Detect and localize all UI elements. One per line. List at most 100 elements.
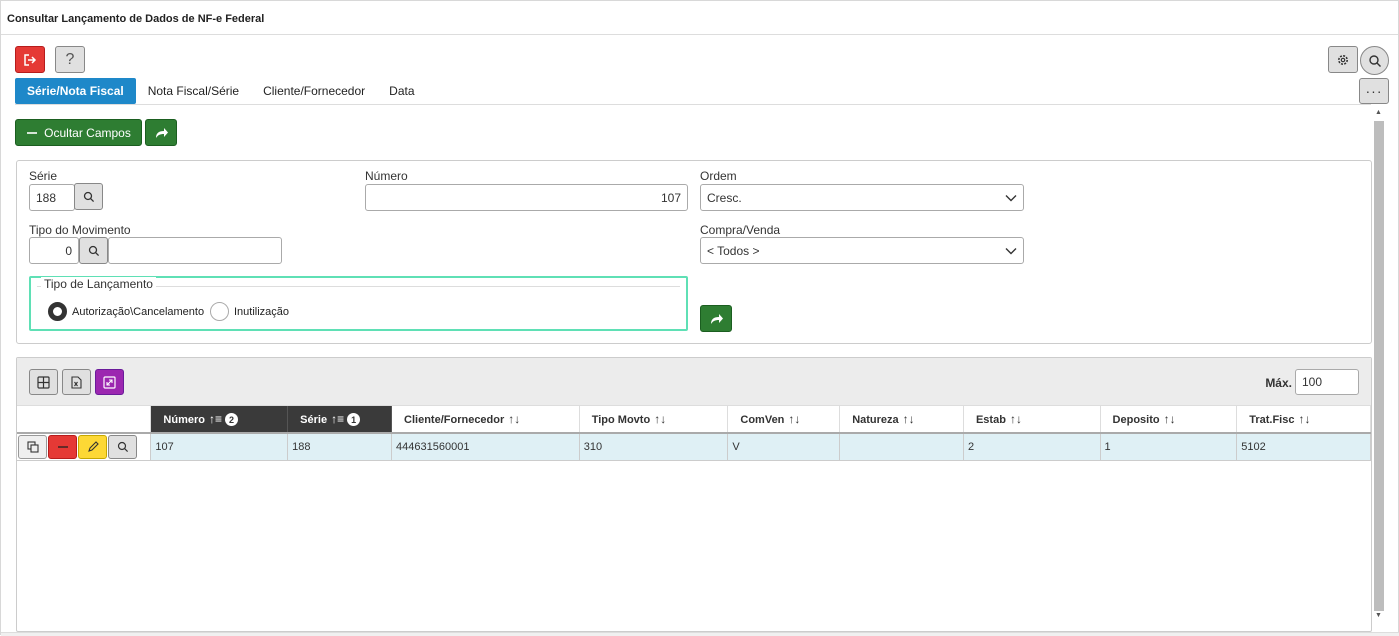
delete-row-button[interactable]	[48, 434, 77, 459]
tipo-movimento-lookup-button[interactable]	[79, 237, 108, 264]
gear-icon	[1338, 54, 1348, 65]
column-header-serie[interactable]: Série ↑≡ 1	[287, 406, 393, 434]
cell-tipo-movto: 310	[579, 433, 729, 461]
numero-label: Número	[365, 169, 408, 183]
column-header-trat-fisc[interactable]: Trat.Fisc ↑↓	[1236, 406, 1371, 434]
cell-trat-fisc: 5102	[1236, 433, 1371, 461]
serie-label: Série	[29, 169, 58, 183]
column-header-label: Deposito	[1112, 414, 1160, 426]
ordem-label: Ordem	[700, 169, 737, 183]
minus-icon	[57, 446, 68, 448]
compra-venda-select[interactable]: < Todos >	[700, 237, 1024, 264]
column-header-estab[interactable]: Estab ↑↓	[963, 406, 1101, 434]
max-rows-label: Máx.	[1265, 376, 1292, 390]
grid-toolbar: Máx. 100	[17, 358, 1371, 406]
radio-autorizacao-label: Autorização\Cancelamento	[72, 305, 205, 318]
sort-icon: ↑↓	[1163, 412, 1176, 426]
serie-lookup-button[interactable]	[74, 183, 103, 210]
column-header-cliente-fornecedor[interactable]: Cliente/Fornecedor ↑↓	[391, 406, 580, 434]
table-row[interactable]: 107 188 444631560001 310 V 2 1 5102	[17, 433, 1371, 461]
expand-grid-button[interactable]	[95, 369, 124, 395]
tab-cliente-fornecedor[interactable]: Cliente/Fornecedor	[251, 78, 377, 104]
minus-icon	[27, 131, 38, 134]
ordem-select[interactable]: Cresc.	[700, 184, 1024, 211]
max-rows-input[interactable]: 100	[1295, 369, 1359, 395]
numero-input[interactable]: 107	[365, 184, 688, 211]
grid-columns-button[interactable]	[29, 369, 58, 395]
column-header-natureza[interactable]: Natureza ↑↓	[839, 406, 964, 434]
global-search-button[interactable]	[1360, 46, 1389, 75]
chevron-down-icon	[1005, 247, 1017, 254]
scrollbar-thumb[interactable]	[1374, 121, 1384, 611]
search-icon	[83, 191, 94, 202]
search-icon	[88, 245, 99, 256]
search-execute-button[interactable]	[700, 305, 732, 332]
compra-venda-value: < Todos >	[707, 243, 760, 258]
serie-input[interactable]: 188	[29, 184, 75, 211]
vertical-scrollbar[interactable]: ▲ ▼	[1373, 109, 1385, 619]
tab-nota-fiscal-serie[interactable]: Nota Fiscal/Série	[136, 78, 251, 104]
hide-fields-label: Ocultar Campos	[44, 125, 131, 140]
tab-divider	[15, 104, 1371, 105]
tipo-movimento-label: Tipo do Movimento	[29, 223, 131, 237]
column-header-label: Tipo Movto	[591, 414, 651, 426]
results-table: Número ↑≡ 2 Série ↑≡ 1 Cliente/Fornecedor ↑↓ …	[17, 406, 1371, 461]
ellipsis-icon: ···	[1365, 83, 1383, 99]
settings-button[interactable]	[1328, 46, 1358, 73]
column-header-deposito[interactable]: Deposito ↑↓	[1100, 406, 1238, 434]
column-header-label: Cliente/Fornecedor	[404, 414, 505, 426]
share-arrow-icon	[711, 313, 723, 324]
radio-autorizacao-cancelamento[interactable]: Autorização\Cancelamento	[48, 302, 204, 321]
sort-icon: ↑↓	[1298, 412, 1311, 426]
sort-ascending-icon: ↑≡	[208, 411, 222, 426]
tab-serie-nota-fiscal[interactable]: Série/Nota Fiscal	[15, 78, 136, 104]
tab-bar: Série/Nota Fiscal Nota Fiscal/Série Clie…	[15, 78, 427, 104]
column-header-label: Estab	[975, 414, 1006, 426]
execute-button[interactable]	[145, 119, 177, 146]
window-title: Consultar Lançamento de Dados de NF-e Fe…	[1, 1, 1398, 35]
help-icon: ?	[65, 50, 75, 68]
cell-natureza	[839, 433, 964, 461]
radio-unchecked-icon	[210, 302, 229, 321]
sort-icon: ↑↓	[902, 412, 915, 426]
radio-checked-icon	[48, 302, 67, 321]
exit-button[interactable]	[15, 46, 45, 73]
edit-row-button[interactable]	[78, 434, 107, 459]
search-icon	[1368, 54, 1381, 67]
column-header-numero[interactable]: Número ↑≡ 2	[150, 406, 289, 434]
row-actions-cell	[17, 433, 152, 461]
tipo-movimento-description-input[interactable]	[108, 237, 282, 264]
exit-icon	[24, 53, 37, 66]
hide-fields-button[interactable]: Ocultar Campos	[15, 119, 142, 146]
sort-order-badge: 2	[224, 413, 238, 427]
scroll-up-icon[interactable]: ▲	[1375, 109, 1382, 116]
ordem-value: Cresc.	[707, 190, 742, 205]
tipo-lancamento-group: Tipo de Lançamento Autorização\Cancelame…	[29, 276, 688, 331]
radio-inutilizacao-label: Inutilização	[234, 305, 290, 318]
tipo-lancamento-legend: Tipo de Lançamento	[41, 277, 156, 291]
tab-data[interactable]: Data	[377, 78, 426, 104]
scroll-down-icon[interactable]: ▼	[1375, 612, 1382, 619]
column-header-tipo-movto[interactable]: Tipo Movto ↑↓	[579, 406, 729, 434]
column-header-label: Natureza	[852, 414, 899, 426]
column-header-comven[interactable]: ComVen ↑↓	[727, 406, 841, 434]
cell-comven: V	[727, 433, 841, 461]
results-grid-panel: Máx. 100 Número ↑≡ 2 Série ↑≡ 1 Cliente/…	[16, 357, 1372, 632]
more-options-button[interactable]: ···	[1359, 78, 1389, 104]
cell-deposito: 1	[1100, 433, 1238, 461]
sort-icon: ↑↓	[788, 412, 801, 426]
help-button[interactable]: ?	[55, 46, 85, 73]
excel-file-icon	[71, 375, 82, 389]
column-header-label: Trat.Fisc	[1249, 414, 1295, 426]
column-header-label: Número	[163, 413, 205, 426]
tipo-movimento-code-input[interactable]: 0	[29, 237, 79, 264]
actions-column-header	[17, 406, 152, 434]
export-excel-button[interactable]	[62, 369, 91, 395]
window-bottom-border	[1, 632, 1399, 636]
radio-inutilizacao[interactable]: Inutilização	[210, 302, 289, 321]
view-row-button[interactable]	[108, 434, 137, 459]
copy-row-button[interactable]	[18, 434, 47, 459]
expand-icon	[103, 375, 116, 389]
copy-icon	[26, 441, 39, 453]
compra-venda-label: Compra/Venda	[700, 223, 781, 237]
